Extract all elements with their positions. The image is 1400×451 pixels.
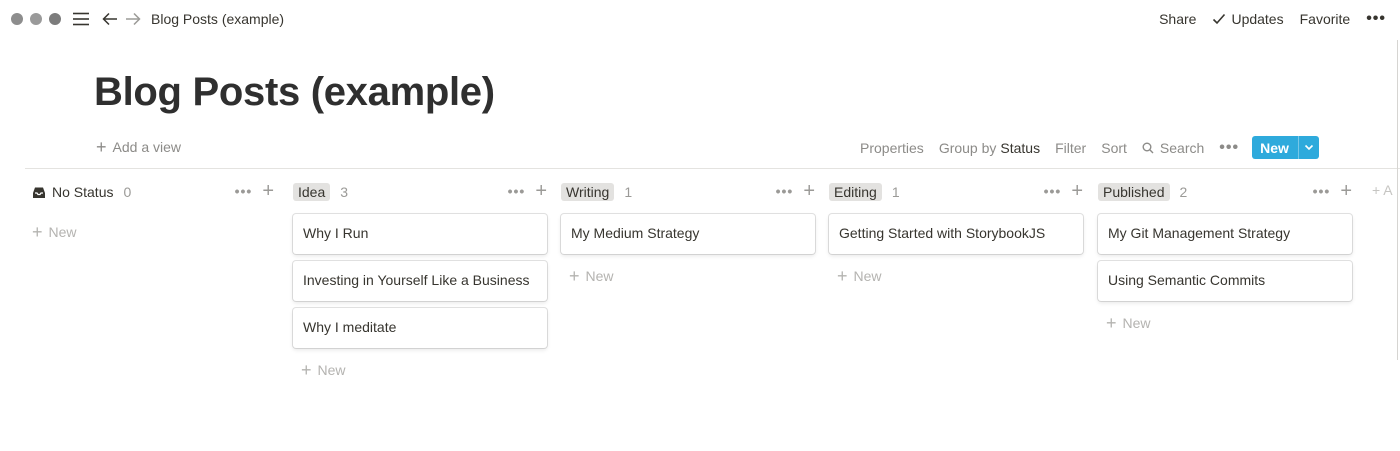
column-count: 1 [891,184,900,200]
share-button[interactable]: Share [1159,11,1196,27]
favorite-button[interactable]: Favorite [1300,11,1351,27]
add-view-button[interactable]: + Add a view [96,137,181,157]
add-view-label: Add a view [112,139,181,155]
new-button[interactable]: New [1252,136,1320,159]
plus-icon[interactable]: + [803,181,815,201]
board-card[interactable]: Getting Started with StorybookJS [829,214,1083,254]
plus-icon: + [1106,313,1117,333]
page-title[interactable]: Blog Posts (example) [94,70,495,115]
board-card[interactable]: Why I meditate [293,308,547,348]
filter-button[interactable]: Filter [1055,140,1086,156]
board-column-idea: Idea 3 ••• + Why I Run Investing in Your… [293,180,547,380]
plus-icon: + [301,360,312,380]
board-card[interactable]: My Git Management Strategy [1098,214,1352,254]
add-card-label: New [853,268,882,284]
add-card-button[interactable]: + New [829,266,1083,286]
column-actions: ••• + [776,181,815,201]
column-actions: ••• + [1313,181,1352,201]
plus-icon[interactable]: + [535,181,547,201]
board-card[interactable]: Using Semantic Commits [1098,261,1352,301]
updates-button[interactable]: Updates [1212,11,1284,27]
group-by-label: Group by [938,139,997,156]
window-zoom-button[interactable] [49,13,61,25]
inbox-icon [32,186,46,199]
sort-button[interactable]: Sort [1101,140,1127,156]
column-header: Published 2 ••• + [1098,180,1352,204]
search-icon [1142,142,1154,154]
column-actions: ••• + [1044,181,1083,201]
column-count: 1 [624,184,633,200]
add-card-button[interactable]: + New [1098,313,1352,333]
more-dots-icon[interactable]: ••• [1044,183,1062,199]
board-card[interactable]: Why I Run [293,214,547,254]
board-column-writing: Writing 1 ••• + My Medium Strategy + New [561,180,815,286]
add-card-button[interactable]: + New [561,266,815,286]
add-card-label: New [317,362,346,378]
add-card-label: New [1122,315,1151,331]
menu-icon[interactable] [70,9,92,29]
board-column-no-status: No Status 0 ••• + + New [32,180,274,242]
board-card[interactable]: Investing in Yourself Like a Business [293,261,547,301]
plus-icon: + [32,222,43,242]
window-edge-rule [1397,40,1398,360]
column-title[interactable]: Editing [829,183,882,201]
forward-arrow-icon[interactable] [123,9,143,29]
view-toolbar: Properties Group by Status Filter Sort S… [860,136,1320,159]
checkmark-icon [1212,13,1226,25]
back-arrow-icon[interactable] [100,9,120,29]
top-bar: Blog Posts (example) Share Updates Favor… [0,0,1400,38]
add-card-button[interactable]: + New [293,360,547,380]
search-label: Search [1159,139,1205,156]
more-dots-icon[interactable]: ••• [235,183,253,199]
top-right-actions: Share Updates Favorite ••• [1143,10,1386,28]
column-title[interactable]: No Status [52,184,113,200]
add-card-label: New [48,224,77,240]
add-card-label: New [585,268,614,284]
column-title[interactable]: Published [1098,183,1170,201]
more-dots-icon[interactable]: ••• [1219,139,1239,157]
more-dots-icon[interactable]: ••• [1313,183,1331,199]
plus-icon: + [837,266,848,286]
column-count: 3 [340,184,349,200]
column-count: 2 [1179,184,1188,200]
column-header: Writing 1 ••• + [561,180,815,204]
board-column-published: Published 2 ••• + My Git Management Stra… [1098,180,1352,333]
add-card-button[interactable]: + New [32,222,274,242]
plus-icon: + [569,266,580,286]
more-dots-icon[interactable]: ••• [1366,10,1386,28]
plus-icon[interactable]: + [1340,181,1352,201]
window-close-button[interactable] [11,13,23,25]
new-button-label: New [1260,139,1289,156]
plus-icon: + [96,137,107,157]
add-group-button[interactable]: + A [1372,182,1393,198]
chevron-down-icon[interactable] [1299,144,1319,151]
toolbar-divider [25,168,1400,169]
breadcrumb[interactable]: Blog Posts (example) [151,11,284,27]
column-header: Editing 1 ••• + [829,180,1083,204]
plus-icon[interactable]: + [1071,181,1083,201]
column-count: 0 [123,184,132,200]
column-actions: ••• + [235,181,274,201]
properties-button[interactable]: Properties [860,140,924,156]
column-actions: ••• + [508,181,547,201]
group-by-button[interactable]: Group by Status [939,140,1040,156]
column-title[interactable]: Idea [293,183,331,201]
window-minimize-button[interactable] [30,13,42,25]
column-header: No Status 0 ••• + [32,180,274,204]
board-card[interactable]: My Medium Strategy [561,214,815,254]
column-header: Idea 3 ••• + [293,180,547,204]
updates-label: Updates [1231,11,1284,27]
column-title[interactable]: Writing [561,183,615,201]
board-column-editing: Editing 1 ••• + Getting Started with Sto… [829,180,1083,286]
plus-icon[interactable]: + [262,181,274,201]
group-by-value: Status [1000,139,1041,156]
more-dots-icon[interactable]: ••• [776,183,794,199]
more-dots-icon[interactable]: ••• [508,183,526,199]
search-button[interactable]: Search [1142,140,1204,156]
